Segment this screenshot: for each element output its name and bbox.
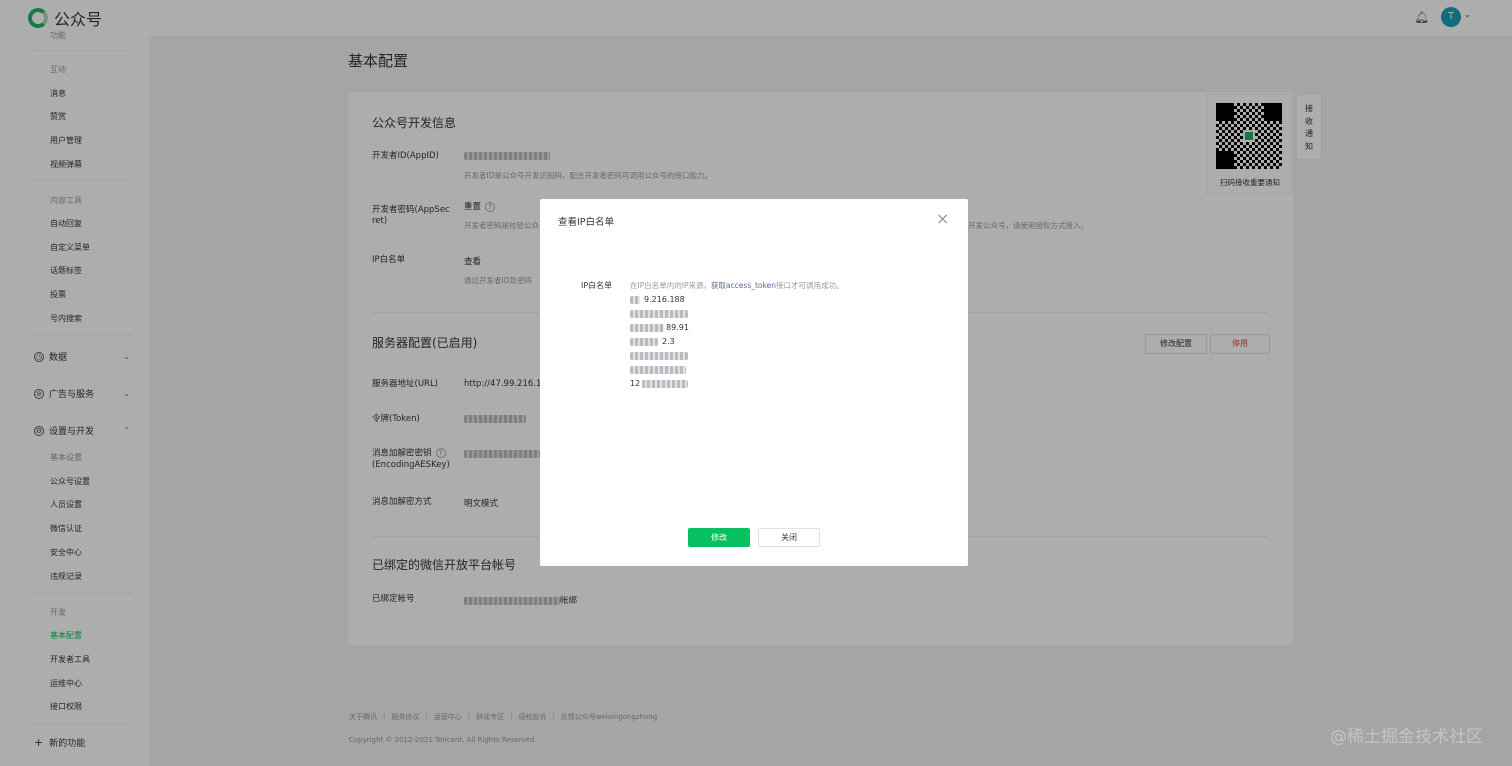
modal-title: 查看IP白名单 bbox=[558, 217, 615, 228]
watermark: @稀土掘金技术社区 bbox=[1330, 727, 1483, 747]
ip-item: 2.3 bbox=[630, 335, 689, 349]
close-button[interactable]: 关闭 bbox=[758, 528, 820, 547]
modify-button[interactable]: 修改 bbox=[688, 528, 750, 547]
ip-item: 89.91 bbox=[630, 321, 689, 335]
ip-whitelist-modal: 查看IP白名单 × IP白名单 在IP白名单内的IP来源，获取access_to… bbox=[540, 199, 968, 566]
ip-item: 12 bbox=[630, 377, 689, 391]
ip-whitelist-desc: 在IP白名单内的IP来源，获取access_token接口才可调用成功。 bbox=[630, 281, 844, 290]
ip-item bbox=[630, 307, 689, 321]
access-token-link[interactable]: 获取access_token bbox=[711, 281, 776, 290]
ip-list: 9.216.188 89.91 2.3 12 bbox=[630, 293, 689, 391]
ip-item bbox=[630, 349, 689, 363]
close-icon[interactable]: × bbox=[936, 211, 949, 227]
ip-item bbox=[630, 363, 689, 377]
ip-whitelist-field-label: IP白名单 bbox=[581, 281, 613, 290]
ip-item: 9.216.188 bbox=[630, 293, 689, 307]
